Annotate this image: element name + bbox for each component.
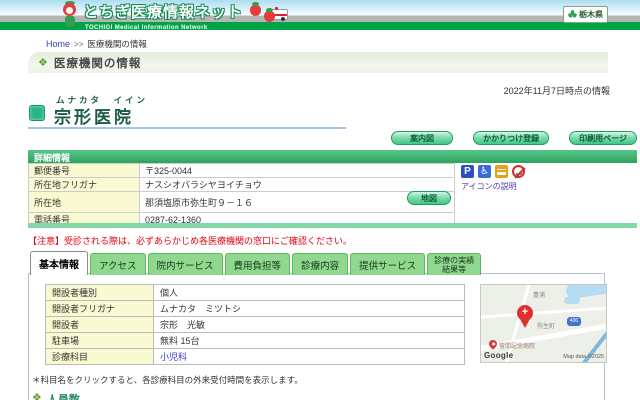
table-row: 診療科目 小児科 [45, 348, 465, 365]
row-label: 開設者種別 [45, 284, 154, 301]
map-button[interactable]: 地図 [407, 191, 451, 205]
row-value: 無料 15台 [153, 332, 465, 349]
table-row: 郵便番号 〒325-0044 [28, 163, 455, 178]
row-value: 宗形 光敏 [153, 316, 465, 333]
section-diamond-icon: ❖ [38, 57, 48, 69]
basic-info-table: 開設者種別 個人 開設者フリガナ ムナカタ ミツトシ 開設者 宗形 光敏 駐車場… [45, 284, 465, 365]
row-value: 個人 [153, 284, 465, 301]
pref-leaf-icon [568, 10, 577, 18]
tab-access[interactable]: アクセス [90, 253, 146, 275]
map-area-label: 豊浦 [533, 293, 546, 299]
print-page-button[interactable]: 印刷用ページ [569, 131, 637, 145]
strawberry-icon [247, 2, 276, 22]
clinic-bullet-icon [29, 105, 45, 121]
title-underline [28, 127, 346, 129]
map-pin-area-label: 弥生町 [537, 324, 556, 330]
breadcrumb-current: 医療機関の情報 [87, 39, 147, 49]
detail-info-header: 詳細情報 [28, 150, 637, 163]
tochigi-pref-badge[interactable]: 栃木県 [563, 6, 608, 23]
no-smoking-icon [512, 165, 525, 178]
detail-bottom-strip [28, 223, 637, 228]
guide-map-button[interactable]: 案内図 [391, 131, 454, 145]
clinic-name: 宗形医院 [54, 108, 134, 127]
table-row: 所在地フリガナ ナスシオバラシヤヨイチョウ [28, 177, 455, 192]
breadcrumb-separator: >> [74, 39, 84, 49]
table-row: 開設者フリガナ ムナカタ ミツトシ [45, 300, 465, 317]
section-diamond-icon: ❖ [32, 392, 42, 400]
tab-basic-info[interactable]: 基本情報 [30, 251, 88, 275]
row-label: 郵便番号 [28, 163, 140, 178]
parking-icon: P [461, 165, 474, 178]
row-label: 開設者 [45, 316, 154, 333]
clinic-map-pin-icon: + [517, 305, 534, 329]
icons-caption-link[interactable]: アイコンの説明 [461, 181, 517, 192]
next-section-heading: ❖ 人員数 [32, 391, 80, 400]
mascot-icon [60, 1, 80, 29]
site-logo[interactable]: とちぎ医療情報ネット TOCHIGI Medical Information N… [60, 1, 276, 31]
row-value: ムナカタ ミツトシ [153, 300, 465, 317]
page: とちぎ医療情報ネット TOCHIGI Medical Information N… [0, 0, 640, 400]
route-shield-icon: 400 [567, 317, 581, 326]
row-label: 診療科目 [45, 348, 154, 365]
payment-card-icon [495, 165, 508, 178]
department-link[interactable]: 小児科 [153, 348, 465, 365]
hospital-label: 菅間記念病院 [499, 344, 536, 350]
map-water [564, 297, 580, 304]
as-of-date: 2022年11月7日時点の情報 [503, 86, 610, 96]
notice-text: 【注意】受診される際は、必ずあらかじめ各医療機関の窓口にご確認ください。 [28, 236, 352, 246]
row-label: 開設者フリガナ [45, 300, 154, 317]
table-row: 所在地 那須塩原市弥生町９－１６ [28, 191, 455, 213]
google-logo: Google [484, 351, 514, 360]
map-road [481, 305, 606, 320]
breadcrumb-home-link[interactable]: Home [46, 39, 70, 49]
breadcrumb: Home >> 医療機関の情報 [46, 38, 147, 50]
tab-results[interactable]: 診療の実績 結果等 [427, 253, 482, 275]
row-value: ナスシオバラシヤヨイチョウ [139, 177, 455, 192]
section-title: 医療機関の情報 [53, 57, 142, 70]
wheelchair-icon: ♿ [478, 165, 491, 178]
table-row: 開設者 宗形 光敏 [45, 316, 465, 333]
logo-title: とちぎ医療情報ネット [83, 4, 244, 21]
pref-badge-label: 栃木県 [579, 10, 603, 19]
row-label: 所在地フリガナ [28, 177, 140, 192]
section-header: ❖ 医療機関の情報 [28, 52, 608, 73]
logo-subtitle: TOCHIGI Medical Information Network [85, 25, 208, 31]
table-row: 駐車場 無料 15台 [45, 332, 465, 349]
map-thumbnail[interactable]: 豊浦 400 + 弥生町 菅間記念病院 Google Map data ©202… [480, 284, 607, 363]
department-note: ＊科目名をクリックすると、各診療科目の外来受付時間を表示します。 [32, 375, 303, 385]
tab-provided-services[interactable]: 提供サービス [350, 253, 426, 275]
tab-hospital-services[interactable]: 院内サービス [147, 253, 223, 275]
tab-bar: 基本情報 アクセス 院内サービス 費用負担等 診療内容 提供サービス 診療の実績… [30, 251, 482, 275]
row-label: 駐車場 [45, 332, 154, 349]
tab-costs[interactable]: 費用負担等 [224, 253, 291, 275]
action-button-row: 案内図 かかりつけ登録 印刷用ページ [391, 131, 637, 145]
facility-icons: P ♿ [461, 165, 525, 178]
row-label: 所在地 [28, 191, 140, 213]
table-row: 開設者種別 個人 [45, 284, 465, 301]
row-value: 〒325-0044 [139, 163, 455, 178]
map-copyright: Map data ©2025 [563, 354, 604, 360]
tab-treatment[interactable]: 診療内容 [292, 253, 349, 275]
family-doctor-register-button[interactable]: かかりつけ登録 [473, 131, 550, 145]
detail-table: 郵便番号 〒325-0044 所在地フリガナ ナスシオバラシヤヨイチョウ 所在地… [28, 163, 455, 213]
